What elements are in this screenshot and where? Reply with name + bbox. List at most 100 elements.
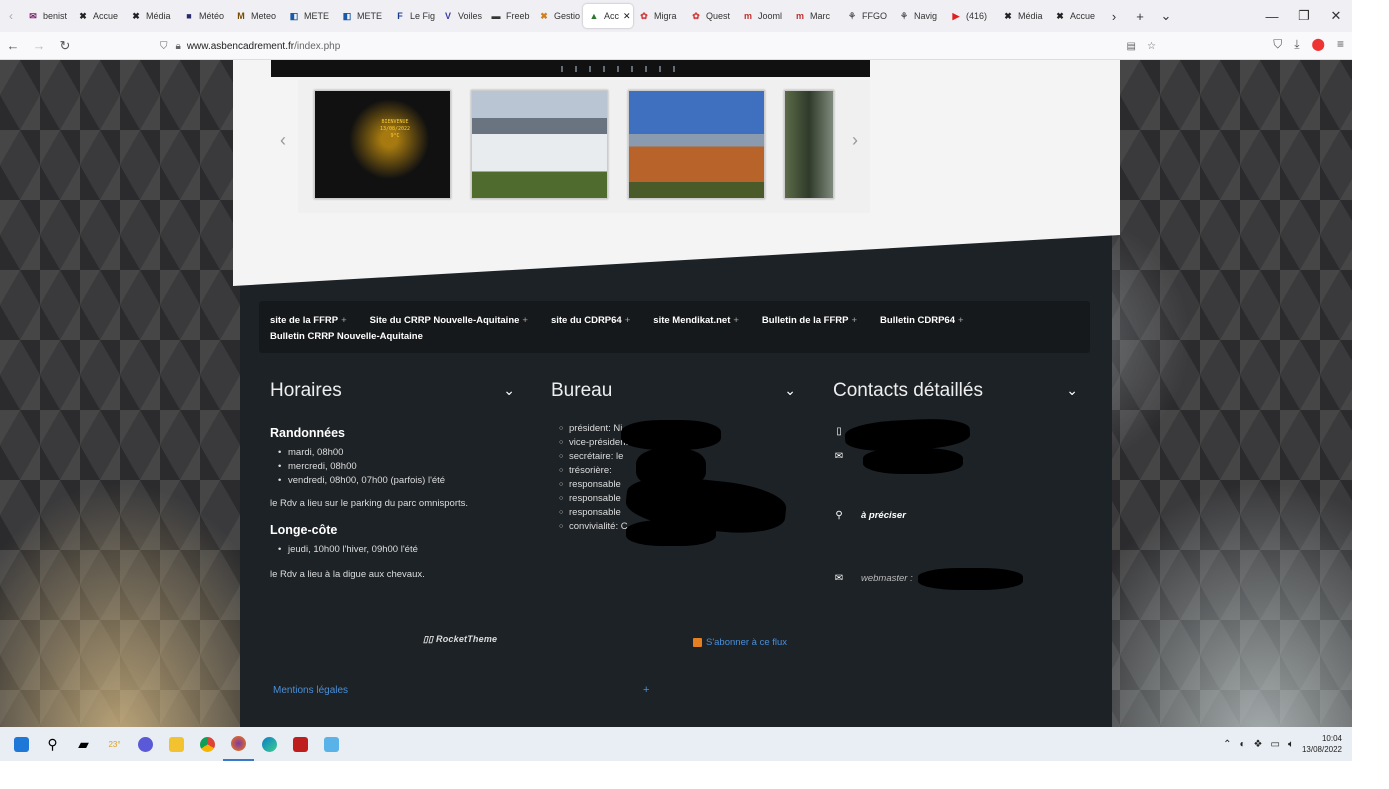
url-bar[interactable]: ⛉ 🔒︎ www.asbencadrement.fr/index.php ▤ ☆ (160, 35, 1170, 57)
browser-tab[interactable]: ⚘ FFGO (841, 4, 893, 28)
redaction-mark (863, 448, 963, 474)
browser-tab[interactable]: ■ Météo (178, 4, 230, 28)
window-controls: — ❐ ✕ (1256, 0, 1352, 32)
network-sync-icon[interactable]: ◐ (1239, 739, 1245, 750)
browser-tab[interactable]: M Meteo (230, 4, 283, 28)
mentions-plus-icon[interactable]: + (643, 684, 649, 696)
carousel-photo[interactable] (628, 90, 765, 199)
system-tray: ⌃ ◐ ❖ ▭ 🔈︎ 10:04 13/08/2022 (1223, 727, 1342, 761)
pocket-icon[interactable]: ⛉ (1273, 37, 1282, 52)
tabs-scroll-right-icon[interactable]: › (1101, 9, 1127, 24)
minimize-button[interactable]: — (1256, 9, 1288, 24)
new-tab-button[interactable]: + (1127, 9, 1153, 24)
webmaster-row: ✉ webmaster : (833, 573, 913, 584)
mentions-legales-link[interactable]: Mentions légales (273, 685, 348, 696)
screen-margin (0, 761, 1389, 789)
chevron-down-icon[interactable]: ⌄ (503, 382, 515, 399)
contacts-heading[interactable]: Contacts détaillés ⌄ (833, 380, 1078, 408)
browser-tab[interactable]: ▬ Freeb (485, 4, 533, 28)
browser-tab[interactable]: ✉ benist (22, 4, 72, 28)
close-window-button[interactable]: ✕ (1320, 8, 1352, 24)
chat-icon[interactable] (130, 727, 161, 761)
list-item: vendredi, 08h00, 07h00 (parfois) l'été (270, 474, 515, 488)
menu-link[interactable]: site Mendikat.net + (653, 313, 739, 329)
horaires-heading[interactable]: Horaires ⌄ (270, 380, 515, 408)
menu-icon[interactable]: ≡ (1337, 37, 1344, 52)
firefox-icon[interactable] (223, 727, 254, 761)
carousel-prev-icon[interactable]: ‹ (280, 130, 286, 151)
browser-tab[interactable]: ▶ (416) (945, 4, 997, 28)
downloads-icon[interactable]: ⤓ (1294, 37, 1299, 52)
browser-tab[interactable]: ⚘ Navig (893, 4, 945, 28)
tab-label: Voiles (458, 11, 483, 21)
chrome-icon[interactable] (192, 727, 223, 761)
browser-tab[interactable]: V Voiles (437, 4, 485, 28)
carousel-photo[interactable]: BIENVENUE 13/08/2022 9°C (314, 90, 451, 199)
list-all-tabs-icon[interactable]: ⌄ (1153, 8, 1179, 24)
forward-button[interactable]: → (26, 38, 52, 53)
dropbox-icon[interactable]: ❖ (1254, 739, 1263, 750)
carousel-photo[interactable] (471, 90, 608, 199)
bureau-heading[interactable]: Bureau ⌄ (551, 380, 796, 408)
edge-icon[interactable] (254, 727, 285, 761)
volume-icon[interactable]: 🔈︎ (1288, 739, 1294, 750)
favicon-icon: ⚘ (847, 11, 857, 21)
carousel-photo[interactable] (784, 90, 834, 199)
windows-taskbar: ⚲ ▰ 23° ⌃ ◐ ❖ ▭ 🔈︎ 10:04 13/08/2022 (0, 727, 1352, 761)
rss-icon (693, 638, 702, 647)
task-view-icon[interactable]: ▰ (68, 727, 99, 761)
browser-tab[interactable]: ✖ Gestio (533, 4, 583, 28)
chevron-down-icon[interactable]: ⌄ (1066, 382, 1078, 399)
tracking-shield-icon[interactable]: ⛉ (160, 41, 168, 52)
browser-tab[interactable]: ✖ Accue (1049, 4, 1101, 28)
browser-tab[interactable]: F Le Fig (389, 4, 437, 28)
list-item: jeudi, 10h00 l'hiver, 09h00 l'été (270, 543, 515, 557)
bookmark-star-icon[interactable]: ☆ (1147, 41, 1156, 52)
adblock-icon[interactable]: ⬤ (1312, 37, 1325, 52)
menu-link[interactable]: Site du CRRP Nouvelle-Aquitaine + (370, 313, 528, 329)
browser-tab[interactable]: ✿ Migra (633, 4, 685, 28)
redaction-mark (626, 520, 716, 546)
rockettheme-logo[interactable]: ▯▯ RocketTheme (423, 634, 497, 645)
restore-button[interactable]: ❐ (1288, 8, 1320, 24)
file-explorer-icon[interactable] (161, 727, 192, 761)
reader-view-icon[interactable]: ▤ (1127, 41, 1136, 52)
lock-icon[interactable]: 🔒︎ (176, 41, 181, 52)
tab-label: Média (1018, 11, 1043, 21)
browser-tab[interactable]: ▲ Acc ✕ (583, 4, 633, 28)
reload-button[interactable]: ↻ (52, 38, 78, 54)
menu-link[interactable]: site du CDRP64 + (551, 313, 630, 329)
filezilla-icon[interactable] (285, 727, 316, 761)
weather-icon[interactable]: 23° (99, 727, 130, 761)
plus-icon: + (624, 315, 631, 326)
plus-icon: + (851, 315, 858, 326)
start-button[interactable] (6, 727, 37, 761)
browser-tab[interactable]: m Marc (789, 4, 841, 28)
bureau-section: Bureau⌄ président: Ni vice-président: se… (551, 380, 796, 546)
close-tab-icon[interactable]: ✕ (623, 11, 631, 22)
favicon-icon: ▲ (589, 11, 599, 21)
menu-link[interactable]: Bulletin de la FFRP + (762, 313, 857, 329)
search-icon[interactable]: ⚲ (37, 727, 68, 761)
browser-tab[interactable]: ◧ METE (336, 4, 389, 28)
menu-link[interactable]: Bulletin CRRP Nouvelle-Aquitaine (270, 329, 423, 345)
browser-tab[interactable]: ✖ Média (997, 4, 1049, 28)
notepad-icon[interactable] (316, 727, 347, 761)
browser-tab[interactable]: ✖ Accue (72, 4, 125, 28)
carousel-next-icon[interactable]: › (852, 130, 858, 151)
tabs-scroll-left-icon[interactable]: ‹ (0, 9, 22, 23)
display-icon[interactable]: ▭ (1271, 739, 1280, 750)
show-hidden-icons-icon[interactable]: ⌃ (1223, 739, 1231, 750)
browser-tab[interactable]: ◧ METE (283, 4, 336, 28)
browser-tab[interactable]: ✿ Quest (685, 4, 737, 28)
back-button[interactable]: ← (0, 38, 26, 53)
clock[interactable]: 10:04 13/08/2022 (1302, 733, 1342, 755)
chevron-down-icon[interactable]: ⌄ (784, 382, 796, 399)
rss-link[interactable]: S'abonner à ce flux (693, 637, 787, 648)
menu-link[interactable]: Bulletin CDRP64 + (880, 313, 964, 329)
map-pin-icon: ⚲ (835, 510, 843, 521)
menu-link[interactable]: site de la FFRP + (270, 313, 347, 329)
address-row: ⚲ à préciser (833, 510, 906, 521)
browser-tab[interactable]: ✖ Média (125, 4, 178, 28)
browser-tab[interactable]: m Jooml (737, 4, 789, 28)
